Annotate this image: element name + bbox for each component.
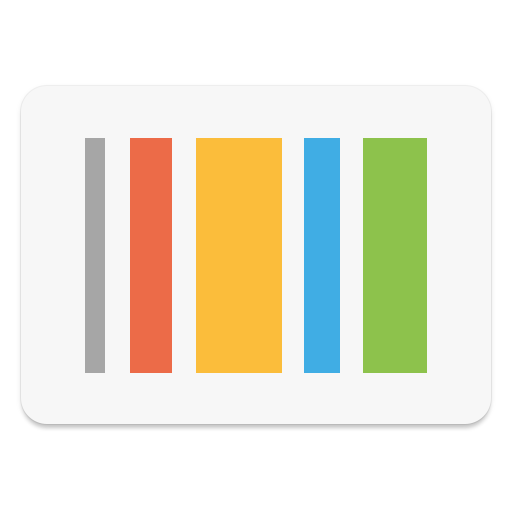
- barcode-bar-yellow: [196, 138, 282, 373]
- app-icon: [0, 0, 512, 512]
- barcode-bar-gray: [85, 138, 105, 373]
- barcode-bar-green: [363, 138, 427, 373]
- barcode-bar-orange: [130, 138, 172, 373]
- barcode-bar-blue: [304, 138, 340, 373]
